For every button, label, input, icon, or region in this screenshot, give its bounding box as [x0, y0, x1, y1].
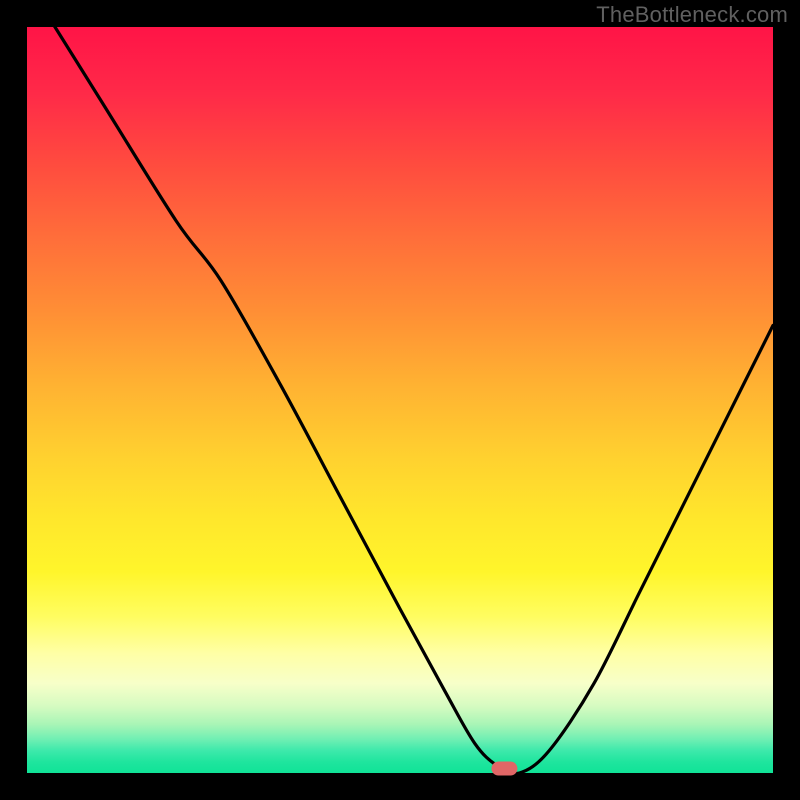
- chart-frame: TheBottleneck.com: [0, 0, 800, 800]
- bottleneck-curve-path: [27, 0, 773, 774]
- watermark-text: TheBottleneck.com: [596, 2, 788, 28]
- curve-layer: [27, 27, 773, 773]
- plot-area: [27, 27, 773, 773]
- optimal-marker: [491, 762, 517, 776]
